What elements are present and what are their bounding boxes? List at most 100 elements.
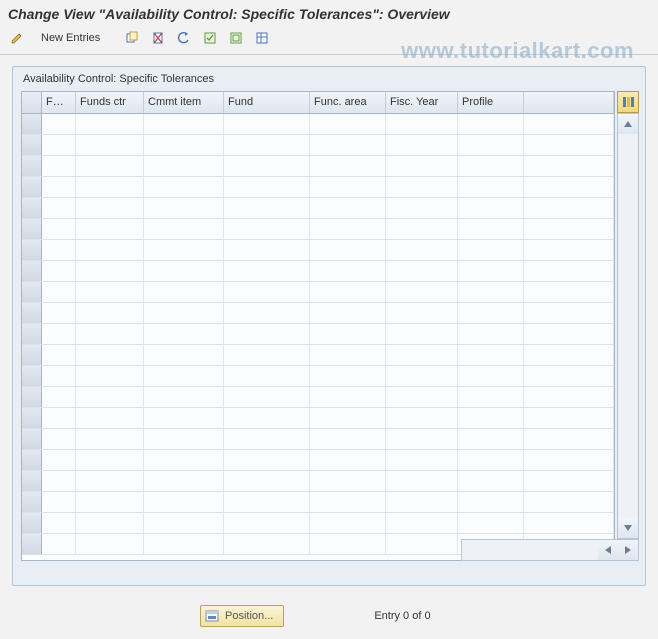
table-cell[interactable] — [524, 282, 614, 302]
row-selector[interactable] — [22, 324, 42, 344]
table-cell[interactable] — [76, 513, 144, 533]
table-cell[interactable] — [76, 240, 144, 260]
table-cell[interactable] — [386, 135, 458, 155]
table-cell[interactable] — [76, 429, 144, 449]
table-cell[interactable] — [144, 135, 224, 155]
table-cell[interactable] — [386, 114, 458, 134]
table-cell[interactable] — [76, 366, 144, 386]
table-cell[interactable] — [144, 534, 224, 554]
delete-icon[interactable] — [147, 28, 169, 48]
table-cell[interactable] — [224, 303, 310, 323]
row-selector[interactable] — [22, 114, 42, 134]
table-cell[interactable] — [310, 471, 386, 491]
table-cell[interactable] — [310, 261, 386, 281]
table-cell[interactable] — [524, 198, 614, 218]
table-cell[interactable] — [310, 198, 386, 218]
table-cell[interactable] — [144, 450, 224, 470]
table-cell[interactable] — [144, 429, 224, 449]
table-cell[interactable] — [524, 387, 614, 407]
table-cell[interactable] — [386, 303, 458, 323]
table-cell[interactable] — [524, 177, 614, 197]
row-selector[interactable] — [22, 303, 42, 323]
table-cell[interactable] — [458, 198, 524, 218]
table-cell[interactable] — [224, 534, 310, 554]
row-selector[interactable] — [22, 219, 42, 239]
table-cell[interactable] — [458, 219, 524, 239]
table-cell[interactable] — [524, 114, 614, 134]
vertical-scrollbar[interactable] — [617, 113, 639, 539]
table-cell[interactable] — [386, 240, 458, 260]
table-cell[interactable] — [144, 240, 224, 260]
table-cell[interactable] — [224, 366, 310, 386]
table-cell[interactable] — [386, 366, 458, 386]
table-cell[interactable] — [386, 534, 458, 554]
table-settings-icon[interactable] — [251, 28, 273, 48]
table-cell[interactable] — [42, 429, 76, 449]
table-cell[interactable] — [524, 135, 614, 155]
table-cell[interactable] — [144, 366, 224, 386]
row-selector[interactable] — [22, 135, 42, 155]
table-cell[interactable] — [42, 471, 76, 491]
table-cell[interactable] — [224, 177, 310, 197]
table-cell[interactable] — [386, 387, 458, 407]
scroll-down-icon[interactable] — [618, 518, 638, 538]
table-cell[interactable] — [42, 135, 76, 155]
row-selector[interactable] — [22, 513, 42, 533]
table-cell[interactable] — [144, 408, 224, 428]
table-cell[interactable] — [458, 366, 524, 386]
table-cell[interactable] — [224, 387, 310, 407]
vscroll-track[interactable] — [618, 134, 638, 518]
table-cell[interactable] — [458, 135, 524, 155]
table-cell[interactable] — [76, 198, 144, 218]
table-cell[interactable] — [76, 114, 144, 134]
row-selector[interactable] — [22, 282, 42, 302]
table-cell[interactable] — [310, 219, 386, 239]
table-cell[interactable] — [458, 450, 524, 470]
table-cell[interactable] — [144, 177, 224, 197]
table-cell[interactable] — [76, 534, 144, 554]
row-selector[interactable] — [22, 471, 42, 491]
table-cell[interactable] — [144, 471, 224, 491]
table-cell[interactable] — [76, 177, 144, 197]
column-header-funds-ctr[interactable]: Funds ctr — [76, 92, 144, 113]
table-cell[interactable] — [524, 492, 614, 512]
table-cell[interactable] — [310, 156, 386, 176]
table-cell[interactable] — [386, 282, 458, 302]
table-cell[interactable] — [458, 429, 524, 449]
table-cell[interactable] — [76, 135, 144, 155]
table-cell[interactable] — [144, 492, 224, 512]
table-cell[interactable] — [224, 345, 310, 365]
row-selector[interactable] — [22, 534, 42, 554]
column-header-fisc-year[interactable]: Fisc. Year — [386, 92, 458, 113]
table-cell[interactable] — [144, 198, 224, 218]
table-cell[interactable] — [524, 219, 614, 239]
table-cell[interactable] — [310, 408, 386, 428]
table-cell[interactable] — [386, 219, 458, 239]
horizontal-scrollbar[interactable] — [461, 539, 639, 561]
table-cell[interactable] — [76, 345, 144, 365]
table-cell[interactable] — [76, 408, 144, 428]
table-cell[interactable] — [386, 471, 458, 491]
column-header-fm[interactable]: FM... — [42, 92, 76, 113]
scroll-up-icon[interactable] — [618, 114, 638, 134]
table-cell[interactable] — [144, 261, 224, 281]
table-cell[interactable] — [224, 261, 310, 281]
table-cell[interactable] — [224, 429, 310, 449]
table-cell[interactable] — [76, 324, 144, 344]
table-cell[interactable] — [386, 429, 458, 449]
table-cell[interactable] — [386, 513, 458, 533]
table-cell[interactable] — [458, 471, 524, 491]
table-cell[interactable] — [224, 156, 310, 176]
table-cell[interactable] — [310, 513, 386, 533]
table-cell[interactable] — [386, 450, 458, 470]
table-cell[interactable] — [42, 534, 76, 554]
table-cell[interactable] — [224, 198, 310, 218]
table-cell[interactable] — [524, 429, 614, 449]
table-cell[interactable] — [224, 408, 310, 428]
table-cell[interactable] — [224, 282, 310, 302]
table-cell[interactable] — [76, 492, 144, 512]
table-cell[interactable] — [42, 198, 76, 218]
table-cell[interactable] — [458, 177, 524, 197]
table-cell[interactable] — [42, 387, 76, 407]
undo-icon[interactable] — [173, 28, 195, 48]
